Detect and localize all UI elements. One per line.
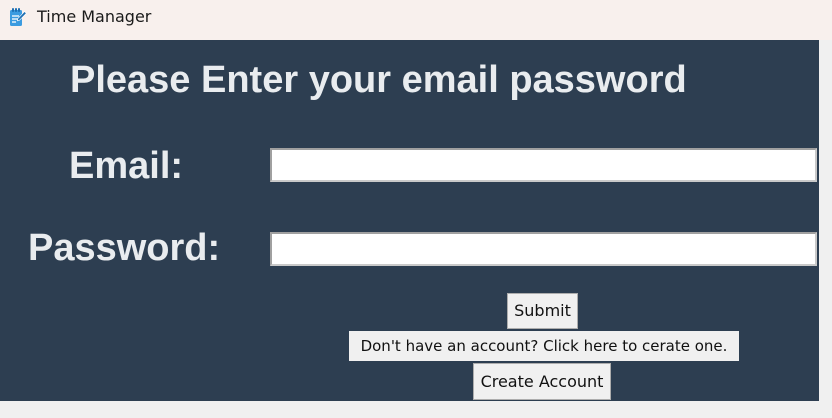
no-account-hint: Don't have an account? Click here to cer…: [349, 331, 739, 361]
notepad-pencil-icon: [9, 7, 27, 27]
password-input[interactable]: [270, 232, 817, 266]
title-bar[interactable]: Time Manager: [0, 0, 832, 40]
email-label: Email:: [69, 145, 184, 187]
create-account-button[interactable]: Create Account: [473, 363, 611, 400]
app-window: Time Manager Please Enter your email pas…: [0, 0, 832, 418]
submit-button[interactable]: Submit: [507, 293, 578, 329]
login-form: Please Enter your email password Email: …: [0, 40, 819, 401]
window-title: Time Manager: [37, 7, 152, 26]
page-title: Please Enter your email password: [70, 59, 687, 101]
password-label: Password:: [28, 227, 221, 269]
email-input[interactable]: [270, 148, 817, 182]
